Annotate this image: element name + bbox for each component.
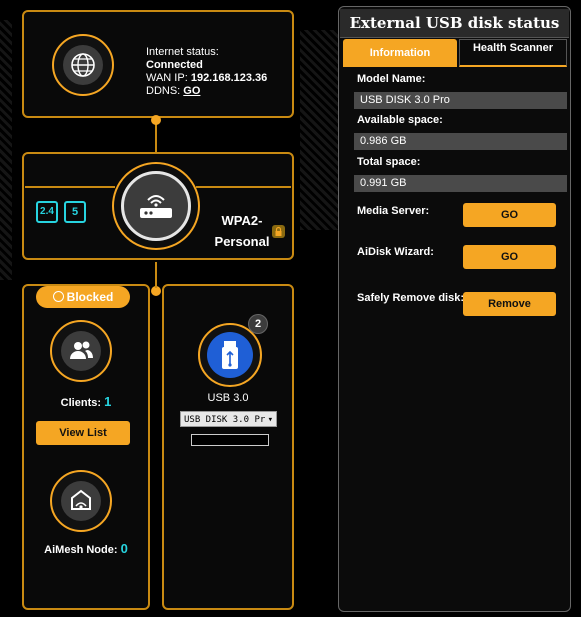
view-list-button[interactable]: View List [36, 421, 130, 445]
total-space-value: 0.991 GB [354, 175, 567, 192]
usb-device-count-badge: 2 [248, 314, 268, 334]
globe-icon [63, 45, 103, 85]
background-pattern [300, 30, 340, 230]
clients-count-value: 1 [104, 394, 112, 409]
chevron-down-icon: ▾ [267, 415, 273, 425]
media-server-go-button[interactable]: GO [463, 203, 556, 227]
wan-ip-value: 192.168.123.36 [190, 72, 268, 84]
blocked-icon [52, 291, 64, 302]
tab-health-scanner[interactable]: Health Scanner [459, 39, 567, 67]
clients-count: Clients: 1 [22, 394, 150, 409]
usb-usage-bar [191, 434, 269, 446]
router-circle[interactable] [112, 162, 200, 250]
aidisk-wizard-label: AiDisk Wizard: [357, 246, 434, 258]
model-name-label: Model Name: [357, 73, 426, 85]
available-space-value: 0.986 GB [354, 133, 567, 150]
users-icon [61, 331, 101, 371]
usb-status-title: External USB disk status [340, 9, 569, 38]
internet-circle[interactable] [52, 34, 114, 96]
media-server-label: Media Server: [357, 205, 430, 217]
router-line-right [196, 186, 291, 188]
safely-remove-button[interactable]: Remove [463, 292, 556, 316]
internet-status-value: Connected [146, 59, 203, 71]
ddns-label: DDNS: [146, 85, 181, 97]
lock-icon[interactable] [272, 225, 285, 238]
clients-circle[interactable] [50, 320, 112, 382]
clients-label: Clients: [60, 397, 102, 409]
security-mode: WPA2- Personal [212, 210, 272, 252]
usb-label: USB 3.0 [207, 392, 249, 404]
model-name-value: USB DISK 3.0 Pro [354, 92, 567, 109]
security-mode-line2: Personal [214, 234, 270, 249]
internet-status-label: Internet status: [146, 46, 219, 58]
router-line-left [25, 186, 115, 188]
ddns-go-link[interactable]: GO [183, 85, 200, 97]
usb-drive-icon [207, 332, 253, 378]
usb-device-select-value: USB DISK 3.0 Pr [184, 415, 266, 425]
aimesh-label: AiMesh Node: [44, 544, 118, 556]
band-5ghz-icon[interactable]: 5 [64, 201, 86, 223]
band-24ghz-icon[interactable]: 2.4 [36, 201, 58, 223]
router-icon [121, 171, 191, 241]
aimesh-count: AiMesh Node: 0 [22, 541, 150, 556]
blocked-label: Blocked [66, 290, 114, 304]
wan-ip-label: WAN IP: [146, 72, 188, 84]
security-mode-line1: WPA2- [221, 213, 263, 228]
aimesh-icon [61, 481, 101, 521]
aimesh-circle[interactable] [50, 470, 112, 532]
aimesh-count-value: 0 [120, 541, 128, 556]
available-space-label: Available space: [357, 114, 443, 126]
tab-information[interactable]: Information [343, 39, 457, 67]
aidisk-wizard-go-button[interactable]: GO [463, 245, 556, 269]
total-space-label: Total space: [357, 156, 421, 168]
connector-node [151, 115, 161, 125]
blocked-button[interactable]: Blocked [36, 286, 130, 308]
connector-line [155, 262, 157, 288]
safely-remove-label: Safely Remove disk: [357, 292, 464, 304]
internet-status: Internet status: Connected WAN IP: 192.1… [146, 46, 267, 98]
background-pattern [0, 20, 12, 280]
usb-device-select[interactable]: USB DISK 3.0 Pr ▾ [180, 411, 277, 427]
